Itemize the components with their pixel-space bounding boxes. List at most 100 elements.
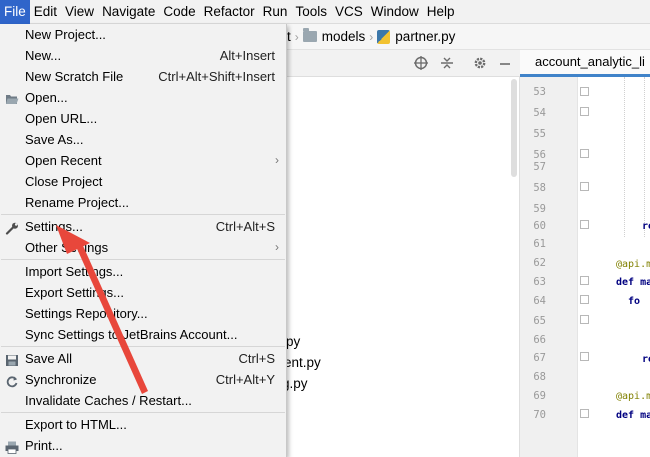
line-number: 56 bbox=[533, 149, 546, 161]
menu-item-export-settings[interactable]: Export Settings... bbox=[0, 282, 287, 303]
save-icon bbox=[5, 352, 19, 366]
menu-item-print[interactable]: Print... bbox=[0, 435, 287, 456]
project-toolbar bbox=[287, 50, 520, 77]
fold-marker[interactable] bbox=[580, 149, 589, 158]
menu-item-open[interactable]: Open... bbox=[0, 87, 287, 108]
menu-item-sync-settings[interactable]: Sync Settings to JetBrains Account... bbox=[0, 324, 287, 345]
menu-help[interactable]: Help bbox=[423, 0, 459, 24]
line-number: 65 bbox=[533, 315, 546, 327]
breadcrumb: t › models › partner.py bbox=[287, 24, 650, 50]
file-menu-dropdown: New Project... New... Alt+Insert New Scr… bbox=[0, 24, 287, 457]
breadcrumb-file[interactable]: partner.py bbox=[377, 29, 455, 44]
menu-code[interactable]: Code bbox=[159, 0, 199, 24]
menu-run[interactable]: Run bbox=[259, 0, 292, 24]
gear-icon[interactable] bbox=[472, 55, 488, 71]
code-text: re bbox=[642, 221, 650, 232]
collapse-all-icon[interactable] bbox=[439, 55, 455, 71]
fold-marker[interactable] bbox=[580, 87, 589, 96]
project-file-item[interactable]: py bbox=[286, 334, 300, 349]
fold-marker[interactable] bbox=[580, 107, 589, 116]
fold-marker[interactable] bbox=[580, 315, 589, 324]
menu-edit[interactable]: Edit bbox=[30, 0, 61, 24]
code-text: re bbox=[642, 354, 650, 365]
folder-open-icon bbox=[5, 91, 19, 104]
editor-tab-bar: account_analytic_li bbox=[520, 49, 650, 77]
menu-navigate[interactable]: Navigate bbox=[98, 0, 159, 24]
project-file-item[interactable]: ent.py bbox=[284, 355, 321, 370]
indent-guide bbox=[624, 77, 625, 237]
code-text: def ma bbox=[616, 277, 650, 288]
menu-item-open-url[interactable]: Open URL... bbox=[0, 108, 287, 129]
fold-marker[interactable] bbox=[580, 220, 589, 229]
editor-tab[interactable]: account_analytic_li bbox=[520, 49, 650, 77]
line-number: 58 bbox=[533, 182, 546, 194]
menu-refactor[interactable]: Refactor bbox=[200, 0, 259, 24]
line-number: 57 bbox=[533, 161, 546, 173]
menu-tools[interactable]: Tools bbox=[291, 0, 331, 24]
wrench-icon bbox=[5, 220, 19, 235]
menu-separator bbox=[1, 259, 285, 260]
menu-item-synchronize[interactable]: Synchronize Ctrl+Alt+Y bbox=[0, 369, 287, 390]
line-number: 59 bbox=[533, 203, 546, 215]
menu-item-open-recent[interactable]: Open Recent › bbox=[0, 150, 287, 171]
indent-guide bbox=[644, 77, 645, 237]
menu-item-new[interactable]: New... Alt+Insert bbox=[0, 45, 287, 66]
menu-item-settings[interactable]: Settings... Ctrl+Alt+S bbox=[0, 216, 287, 237]
menu-item-other-settings[interactable]: Other Settings › bbox=[0, 237, 287, 258]
line-number: 55 bbox=[533, 128, 546, 140]
submenu-arrow-icon: › bbox=[275, 153, 279, 167]
line-number: 69 bbox=[533, 390, 546, 402]
project-scrollbar[interactable] bbox=[511, 79, 517, 177]
breadcrumb-separator: › bbox=[369, 29, 374, 44]
menu-separator bbox=[1, 214, 285, 215]
menu-view[interactable]: View bbox=[61, 0, 98, 24]
fold-marker[interactable] bbox=[580, 295, 589, 304]
menu-vcs[interactable]: VCS bbox=[331, 0, 367, 24]
code-text: fo bbox=[628, 296, 641, 307]
menu-item-export-to-html[interactable]: Export to HTML... bbox=[0, 414, 287, 435]
locate-icon[interactable] bbox=[413, 55, 429, 71]
code-editor[interactable]: 53 54 55 56 57 58 59 60 61 62 63 64 65 6… bbox=[520, 77, 650, 457]
fold-marker[interactable] bbox=[580, 409, 589, 418]
menu-item-close-project[interactable]: Close Project bbox=[0, 171, 287, 192]
menu-item-import-settings[interactable]: Import Settings... bbox=[0, 261, 287, 282]
project-pane: py ent.py g.py bbox=[282, 77, 520, 457]
line-number: 53 bbox=[533, 86, 546, 98]
line-number: 63 bbox=[533, 276, 546, 288]
fold-marker[interactable] bbox=[580, 352, 589, 361]
code-text: def ma bbox=[616, 410, 650, 421]
line-number: 61 bbox=[533, 238, 546, 250]
ide-window: File Edit View Navigate Code Refactor Ru… bbox=[0, 0, 650, 457]
line-number: 54 bbox=[533, 107, 546, 119]
menu-item-invalidate-caches[interactable]: Invalidate Caches / Restart... bbox=[0, 390, 287, 411]
menu-file[interactable]: File bbox=[0, 0, 30, 24]
hide-icon[interactable] bbox=[497, 55, 513, 71]
menu-separator bbox=[1, 412, 285, 413]
breadcrumb-partial[interactable]: t bbox=[287, 29, 291, 44]
breadcrumb-separator: › bbox=[294, 29, 299, 44]
menu-item-new-scratch-file[interactable]: New Scratch File Ctrl+Alt+Shift+Insert bbox=[0, 66, 287, 87]
code-text: @api.m bbox=[616, 391, 650, 402]
line-number: 64 bbox=[533, 295, 546, 307]
menu-item-save-all[interactable]: Save All Ctrl+S bbox=[0, 348, 287, 369]
line-number: 60 bbox=[533, 220, 546, 232]
fold-marker[interactable] bbox=[580, 182, 589, 191]
menu-window[interactable]: Window bbox=[367, 0, 423, 24]
menu-separator bbox=[1, 346, 285, 347]
line-number: 67 bbox=[533, 352, 546, 364]
code-text: @api.m bbox=[616, 259, 650, 270]
fold-marker[interactable] bbox=[580, 276, 589, 285]
menu-item-rename-project[interactable]: Rename Project... bbox=[0, 192, 287, 213]
line-number: 66 bbox=[533, 334, 546, 346]
menu-item-settings-repository[interactable]: Settings Repository... bbox=[0, 303, 287, 324]
menu-item-new-project[interactable]: New Project... bbox=[0, 24, 287, 45]
menu-item-save-as[interactable]: Save As... bbox=[0, 129, 287, 150]
menu-bar: File Edit View Navigate Code Refactor Ru… bbox=[0, 0, 650, 24]
line-number: 62 bbox=[533, 257, 546, 269]
submenu-arrow-icon: › bbox=[275, 240, 279, 254]
folder-icon bbox=[302, 28, 317, 42]
sync-icon bbox=[5, 373, 19, 388]
breadcrumb-folder[interactable]: models bbox=[302, 28, 365, 44]
python-file-icon bbox=[377, 29, 391, 44]
print-icon bbox=[5, 439, 19, 454]
